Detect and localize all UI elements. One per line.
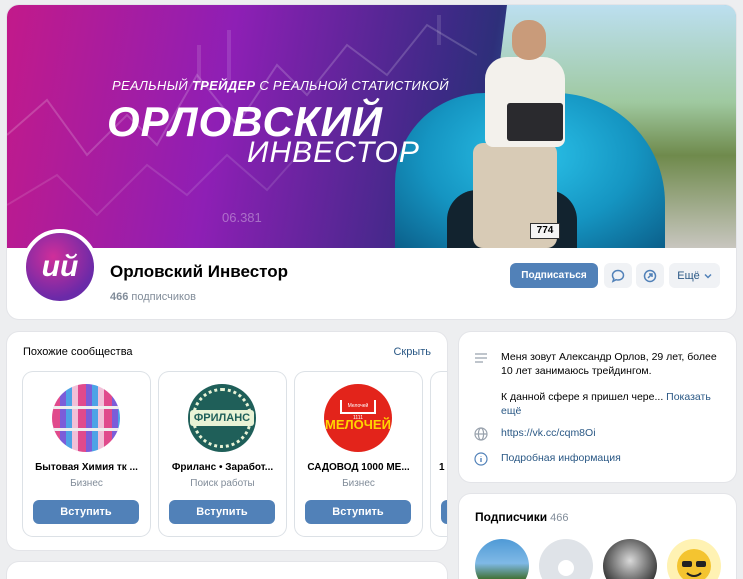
description-row: Меня зовут Александр Орлов, 29 лет, боле…	[473, 350, 721, 418]
subscriber-avatar[interactable]	[539, 539, 593, 579]
join-button[interactable]: Вступить	[305, 500, 411, 524]
share-button[interactable]	[636, 263, 664, 288]
join-button[interactable]	[441, 500, 447, 524]
similar-title: Похожие сообщества	[23, 346, 133, 358]
community-card[interactable]: Бытовая Химия тк ... Бизнес Вступить	[23, 372, 150, 536]
cart-logo: Мелочей 1111	[340, 400, 376, 421]
cover-tagline: РЕАЛЬНЫЙ ТРЕЙДЕР С РЕАЛЬНОЙ СТАТИСТИКОЙ	[112, 78, 449, 93]
subscribers-count[interactable]: 466 подписчиков	[110, 291, 196, 303]
smiley-sunglasses-icon	[677, 549, 711, 579]
details-link[interactable]: Подробная информация	[501, 451, 621, 467]
subscribers-section: Подписчики 466	[459, 494, 736, 579]
more-label: Ещё	[677, 269, 700, 282]
hide-similar-link[interactable]: Скрыть	[393, 346, 431, 358]
details-row: Подробная информация	[473, 451, 621, 467]
default-user-icon	[558, 560, 574, 576]
subscribers-title[interactable]: Подписчики 466	[475, 510, 569, 524]
community-category: Бизнес	[70, 478, 103, 489]
community-card[interactable]: ФРИЛАНС Фриланс • Заработ... Поиск работ…	[159, 372, 286, 536]
subscribe-button[interactable]: Подписаться	[510, 263, 598, 288]
community-avatar	[52, 384, 120, 452]
community-avatar: Мелочей 1111 МЕЛОЧЕЙ	[324, 384, 392, 452]
license-plate: 774	[530, 223, 560, 239]
description-more-text: К данной сфере я пришел чере...	[501, 391, 664, 403]
community-name[interactable]: 1	[439, 462, 447, 473]
about-section: Меня зовут Александр Орлов, 29 лет, боле…	[459, 332, 736, 482]
community-logo-text: ФРИЛАНС	[189, 410, 255, 426]
more-button[interactable]: Ещё	[669, 263, 720, 288]
community-card-partial[interactable]: 1	[431, 372, 447, 536]
community-category: Поиск работы	[190, 478, 255, 489]
subscriber-avatar[interactable]	[603, 539, 657, 579]
community-avatar: ФРИЛАНС	[188, 384, 256, 452]
join-button[interactable]: Вступить	[169, 500, 275, 524]
info-lines-icon	[473, 350, 489, 366]
community-avatar[interactable]: ий	[22, 229, 98, 305]
subscriber-avatar[interactable]	[667, 539, 721, 579]
cover-ticker-number: 06.381	[222, 210, 262, 225]
community-header: 774 РЕАЛЬНЫЙ ТРЕЙДЕР С РЕАЛЬНОЙ СТАТИСТИ…	[7, 5, 736, 319]
message-icon	[611, 269, 625, 283]
community-name[interactable]: Фриланс • Заработ...	[167, 462, 278, 473]
website-row: https://vk.cc/cqm8Oi	[473, 426, 596, 442]
cover-title-line2: ИНВЕСТОР	[247, 136, 420, 169]
person-head-shape	[512, 20, 546, 60]
community-logo-text: МЕЛОЧЕЙ	[325, 417, 391, 432]
community-name[interactable]: САДОВОД 1000 МЕ...	[303, 462, 414, 473]
laptop-shape	[507, 103, 563, 141]
similar-communities: Похожие сообщества Скрыть Бытовая Химия …	[7, 332, 447, 550]
wall-card	[7, 562, 447, 579]
chevron-down-icon	[704, 273, 712, 279]
globe-icon	[473, 426, 489, 442]
community-card[interactable]: Мелочей 1111 МЕЛОЧЕЙ САДОВОД 1000 МЕ... …	[295, 372, 422, 536]
message-button[interactable]	[604, 263, 632, 288]
website-link[interactable]: https://vk.cc/cqm8Oi	[501, 426, 596, 442]
info-icon	[473, 451, 489, 467]
community-category: Бизнес	[342, 478, 375, 489]
subscriber-avatar[interactable]	[475, 539, 529, 579]
cover-image[interactable]: 774 РЕАЛЬНЫЙ ТРЕЙДЕР С РЕАЛЬНОЙ СТАТИСТИ…	[7, 5, 736, 248]
join-button[interactable]: Вступить	[33, 500, 139, 524]
description-text: Меня зовут Александр Орлов, 29 лет, боле…	[501, 351, 717, 377]
community-name[interactable]: Бытовая Химия тк ...	[31, 462, 142, 473]
share-icon	[643, 269, 657, 282]
community-name: Орловский Инвестор	[110, 262, 289, 281]
